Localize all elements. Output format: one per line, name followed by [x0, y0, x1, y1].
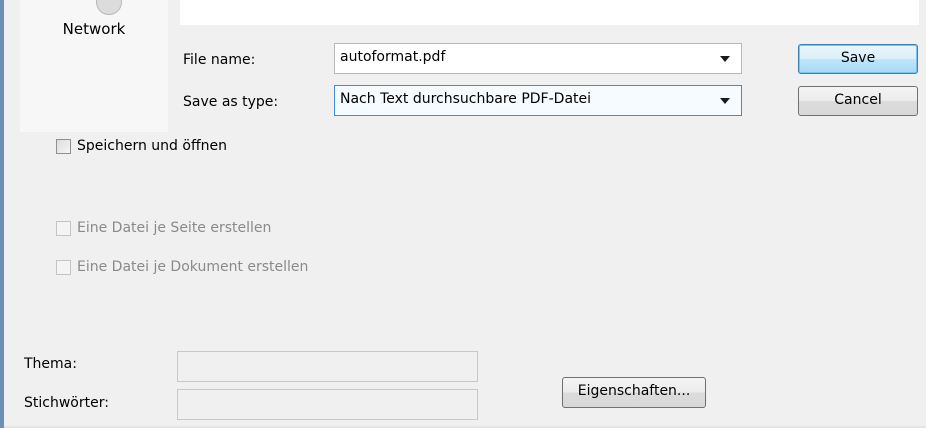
cancel-button[interactable]: Cancel [798, 86, 918, 116]
save-button[interactable]: Save [798, 44, 918, 74]
file-name-combobox[interactable]: autoformat.pdf [334, 43, 742, 74]
properties-button[interactable]: Eigenschaften... [562, 377, 706, 408]
subject-label: Thema: [24, 356, 77, 372]
file-name-input[interactable]: autoformat.pdf [340, 49, 445, 65]
save-and-open-label[interactable]: Speichern und öffnen [77, 138, 227, 154]
subject-field[interactable] [177, 351, 478, 382]
save-as-type-dropdown[interactable]: Nach Text durchsuchbare PDF-Datei [334, 85, 742, 116]
save-as-type-value: Nach Text durchsuchbare PDF-Datei [340, 91, 592, 107]
file-name-label: File name: [183, 52, 256, 68]
file-list-view[interactable] [180, 0, 919, 25]
save-as-type-label: Save as type: [183, 94, 279, 110]
chevron-down-icon[interactable] [720, 56, 730, 62]
save-and-open-checkbox[interactable] [56, 139, 71, 154]
one-file-per-page-label: Eine Datei je Seite erstellen [77, 220, 272, 236]
keywords-label: Stichwörter: [24, 395, 109, 411]
one-file-per-page-checkbox[interactable] [56, 221, 71, 236]
keywords-field[interactable] [177, 389, 478, 420]
nav-item-network[interactable]: Network [20, 20, 168, 38]
one-file-per-document-label: Eine Datei je Dokument erstellen [77, 259, 309, 275]
one-file-per-document-checkbox[interactable] [56, 260, 71, 275]
chevron-down-icon[interactable] [720, 98, 730, 104]
window-left-border [0, 0, 4, 428]
